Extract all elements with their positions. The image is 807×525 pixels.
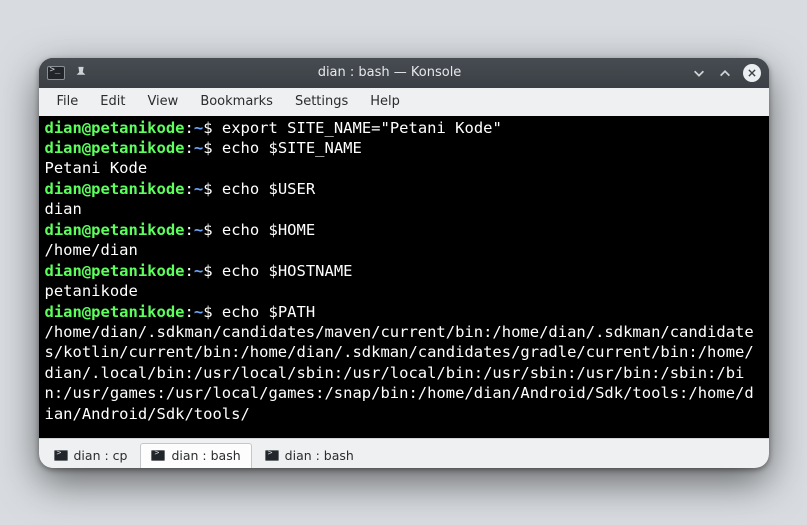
terminal-output: Petani Kode — [45, 158, 763, 178]
terminal-tab[interactable]: dian : cp — [43, 442, 139, 468]
terminal-tab-icon — [54, 450, 68, 461]
terminal-output: /home/dian — [45, 240, 763, 260]
terminal-line: dian@petanikode:~$ echo $HOSTNAME — [45, 261, 763, 281]
pin-icon[interactable] — [73, 65, 89, 81]
terminal-line: dian@petanikode:~$ echo $PATH — [45, 302, 763, 322]
menu-help[interactable]: Help — [360, 91, 410, 112]
menu-view[interactable]: View — [137, 91, 188, 112]
terminal-line: dian@petanikode:~$ echo $SITE_NAME — [45, 138, 763, 158]
menu-edit[interactable]: Edit — [90, 91, 135, 112]
konsole-window: dian : bash — Konsole File Edit View Boo… — [39, 58, 769, 468]
terminal-tab[interactable]: dian : bash — [140, 443, 251, 468]
menubar: File Edit View Bookmarks Settings Help — [39, 88, 769, 116]
terminal-tab-label: dian : cp — [74, 448, 128, 463]
terminal-view[interactable]: dian@petanikode:~$ export SITE_NAME="Pet… — [39, 116, 769, 438]
titlebar-left — [47, 65, 89, 81]
menu-file[interactable]: File — [47, 91, 89, 112]
window-title: dian : bash — Konsole — [95, 65, 685, 80]
menu-bookmarks[interactable]: Bookmarks — [190, 91, 283, 112]
terminal-tab-label: dian : bash — [285, 448, 354, 463]
maximize-icon[interactable] — [717, 65, 733, 81]
terminal-tab[interactable]: dian : bash — [254, 442, 365, 468]
terminal-output: dian — [45, 199, 763, 219]
terminal-line: dian@petanikode:~$ echo $HOME — [45, 220, 763, 240]
terminal-app-icon — [47, 66, 65, 80]
menu-settings[interactable]: Settings — [285, 91, 358, 112]
minimize-icon[interactable] — [691, 65, 707, 81]
terminal-tab-icon — [151, 450, 165, 461]
terminal-tab-label: dian : bash — [171, 448, 240, 463]
titlebar[interactable]: dian : bash — Konsole — [39, 58, 769, 88]
terminal-line: dian@petanikode:~$ export SITE_NAME="Pet… — [45, 118, 763, 138]
terminal-output: petanikode — [45, 281, 763, 301]
terminal-output: /home/dian/.sdkman/candidates/maven/curr… — [45, 322, 763, 424]
titlebar-right — [691, 64, 761, 82]
terminal-line: dian@petanikode:~$ echo $USER — [45, 179, 763, 199]
tabbar: dian : cp dian : bash dian : bash — [39, 438, 769, 468]
close-icon[interactable] — [743, 64, 761, 82]
terminal-tab-icon — [265, 450, 279, 461]
